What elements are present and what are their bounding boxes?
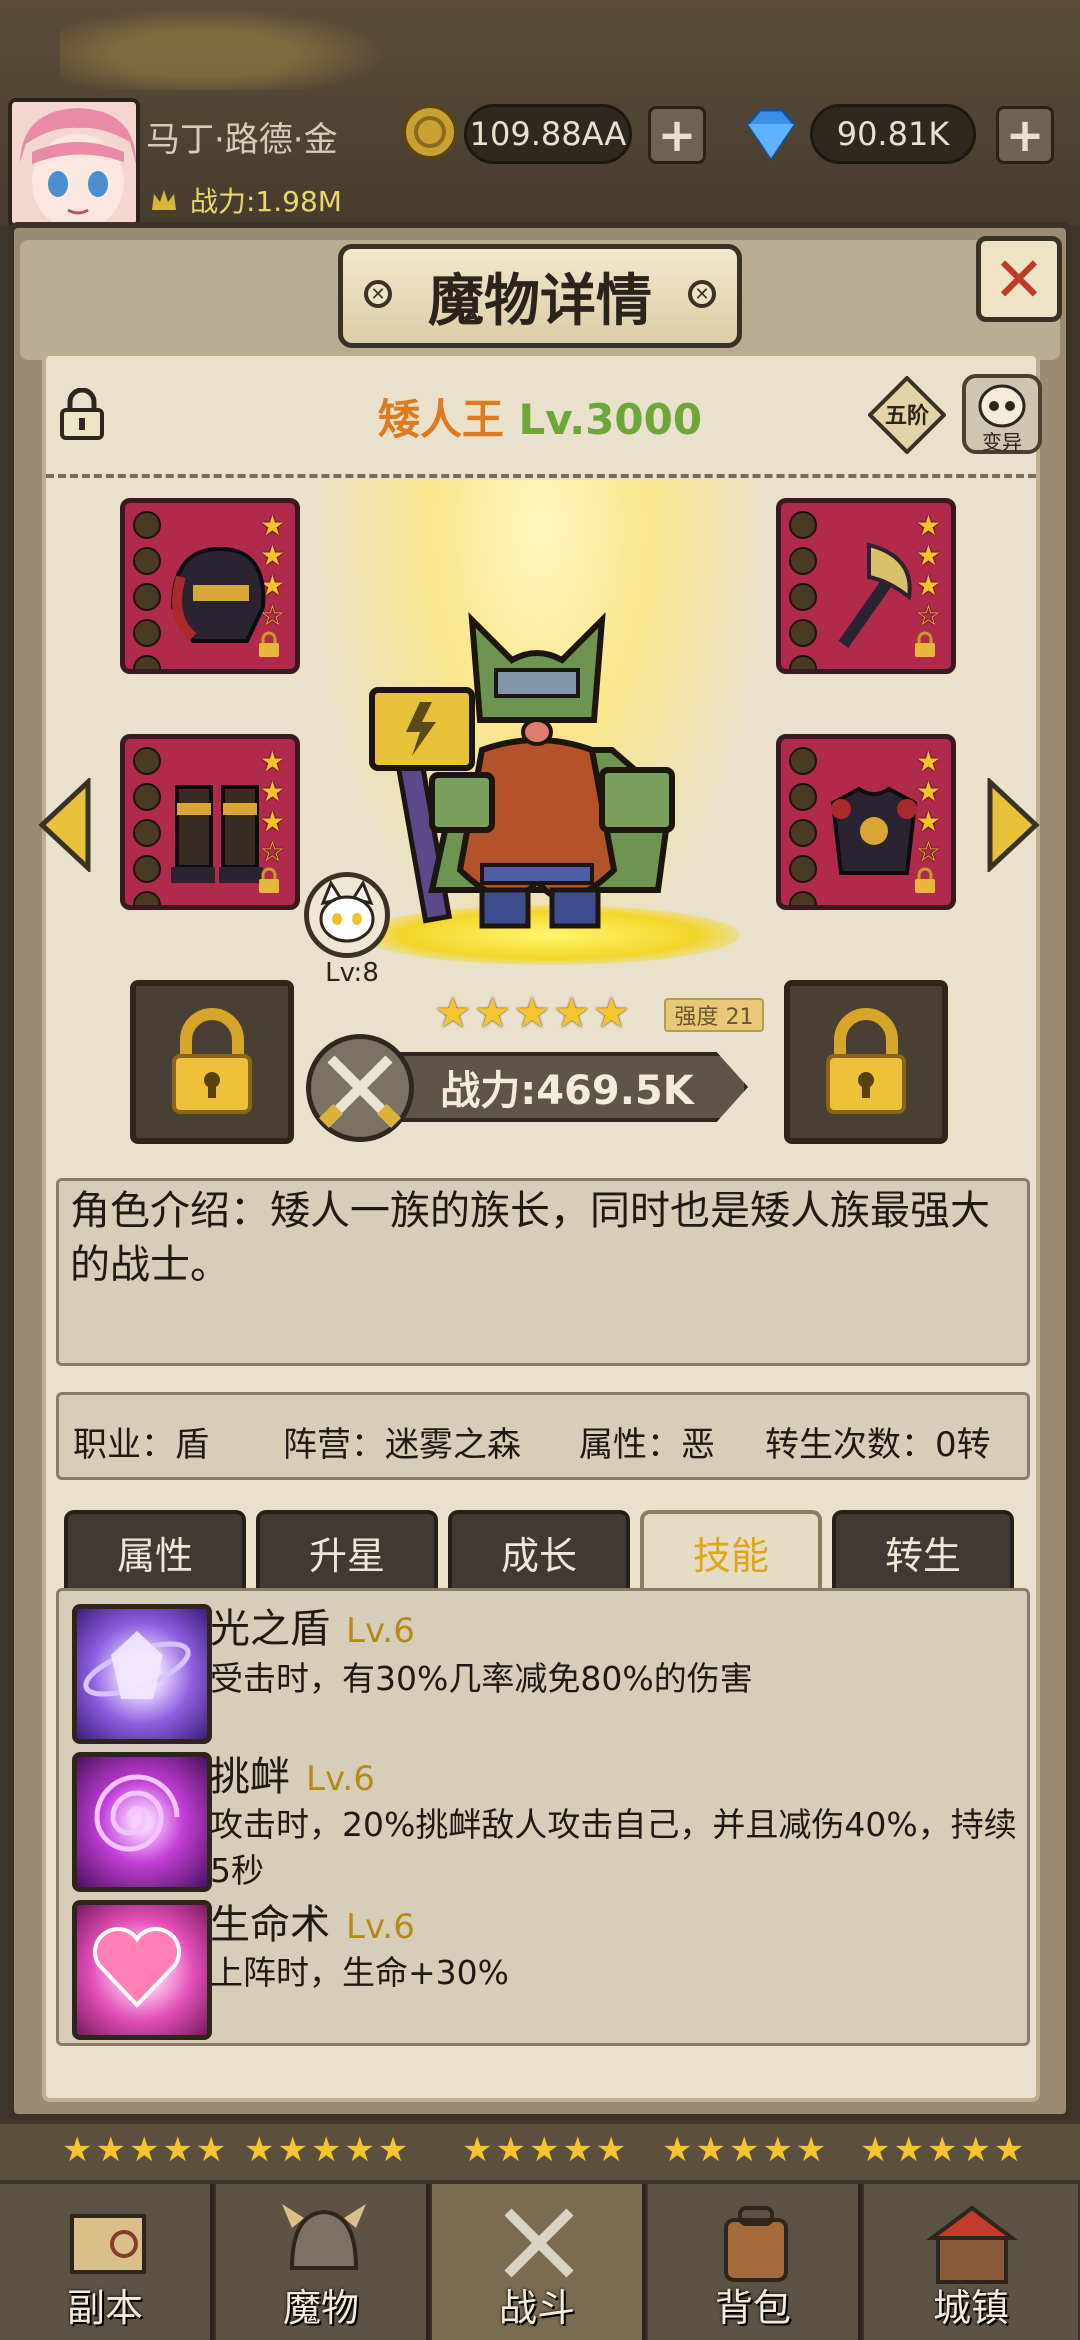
nav-label: 战斗	[498, 2286, 575, 2330]
info-job: 职业：盾	[73, 1425, 209, 1465]
monster-power: 战力:469.5K	[356, 1052, 748, 1122]
avatar-portrait-icon	[12, 102, 136, 224]
skull-icon	[978, 384, 1026, 428]
skill-name: 挑衅 Lv.6	[210, 1744, 375, 1802]
monster-name: 矮人王	[377, 395, 504, 444]
pet-badge[interactable]	[304, 872, 390, 958]
skill-level: Lv.6	[346, 1611, 415, 1651]
power-crown-icon	[150, 186, 178, 214]
nav-backpack[interactable]: 背包	[648, 2184, 862, 2340]
tab-attributes[interactable]: 属性	[64, 1510, 246, 1590]
locked-slot-left[interactable]	[130, 980, 294, 1144]
monster-level: Lv.3000	[518, 395, 703, 444]
bg-stars: ★★★★★	[62, 2130, 230, 2170]
divider	[46, 474, 1036, 478]
slot-lock-icon	[259, 867, 279, 893]
skill-description: 受击时，有30%几率减免80%的伤害	[210, 1659, 753, 1698]
add-gold-button[interactable]: +	[648, 106, 706, 164]
dwarf-king-character[interactable]	[362, 600, 712, 940]
skill-description: 攻击时，20%挑衅敌人攻击自己，并且减伤40%，持续5秒	[210, 1805, 1017, 1890]
skill-item[interactable]	[72, 1900, 212, 2040]
nav-label: 副本	[66, 2286, 143, 2330]
padlock-icon	[172, 1008, 252, 1114]
nav-label: 魔物	[282, 2286, 359, 2330]
life-skill-heart-icon	[72, 1900, 212, 2040]
equip-slot-helmet[interactable]: ★ ★ ★ ☆	[120, 498, 300, 674]
skill-description: 上阵时，生命+30%	[210, 1953, 509, 1992]
skill-title: 光之盾	[210, 1606, 330, 1652]
slot-lock-icon	[259, 631, 279, 657]
info-row: 职业：盾 阵营：迷雾之森 属性：恶 转生次数：0转	[56, 1392, 1030, 1480]
skill-level: Lv.6	[306, 1759, 375, 1799]
info-rebirth: 转生次数：0转	[765, 1425, 991, 1465]
bg-stars: ★★★★★	[662, 2130, 830, 2170]
top-decoration	[60, 0, 420, 90]
taunt-skill-icon	[72, 1752, 212, 1892]
bg-stars: ★★★★★	[462, 2130, 630, 2170]
next-monster-arrow-icon[interactable]	[986, 776, 1040, 874]
nav-battle[interactable]: 战斗	[432, 2184, 646, 2340]
panel-title: 魔物详情	[338, 244, 742, 348]
monster-description: 角色介绍：矮人一族的族长，同时也是矮人族最强大的战士。	[70, 1188, 990, 1288]
tab-growth[interactable]: 成长	[448, 1510, 630, 1590]
strength-badge: 强度 21	[664, 998, 764, 1032]
prev-monster-arrow-icon[interactable]	[38, 776, 92, 874]
equip-slot-boots[interactable]: ★ ★ ★ ☆	[120, 734, 300, 910]
slot-lock-icon	[915, 631, 935, 657]
padlock-icon	[826, 1008, 906, 1114]
title-rivet-right-icon: ✕	[688, 280, 716, 308]
equip-slot-weapon[interactable]: ★ ★ ★ ☆	[776, 498, 956, 674]
info-attr: 属性：恶	[579, 1425, 715, 1465]
nav-label: 背包	[714, 2286, 791, 2330]
stage-badge-text: 五阶	[884, 404, 929, 429]
gem-amount: 90.81K	[810, 104, 976, 164]
lock-toggle-icon[interactable]	[56, 387, 108, 440]
cat-pet-icon	[319, 879, 375, 943]
locked-slot-right[interactable]	[784, 980, 948, 1144]
diamond-icon	[738, 106, 804, 162]
tab-star-up[interactable]: 升星	[256, 1510, 438, 1590]
skill-name: 生命术 Lv.6	[210, 1892, 415, 1950]
nav-monsters[interactable]: 魔物	[216, 2184, 430, 2340]
player-name: 马丁·路德·金	[146, 120, 338, 160]
bg-stars: ★★★★★	[860, 2130, 1028, 2170]
skill-name: 光之盾 Lv.6	[210, 1596, 415, 1654]
stage-badge: 五阶	[868, 376, 946, 454]
mutate-label: 变异	[982, 430, 1022, 454]
tab-rebirth[interactable]: 转生	[832, 1510, 1014, 1590]
nav-dungeon[interactable]: 副本	[0, 2184, 214, 2340]
mutate-button[interactable]: 变异	[962, 374, 1042, 454]
pet-level: Lv:8	[325, 958, 379, 988]
gold-coin-icon	[400, 102, 460, 162]
info-camp: 阵营：迷雾之森	[283, 1425, 521, 1465]
skill-item[interactable]	[72, 1752, 212, 1892]
nav-label: 城镇	[932, 2286, 1009, 2330]
bg-stars: ★★★★★	[244, 2130, 412, 2170]
dwarf-king-sprite-icon	[369, 612, 675, 929]
close-button[interactable]: ✕	[976, 236, 1062, 322]
monster-title: 矮人王 Lv.3000	[200, 386, 880, 447]
player-avatar[interactable]	[8, 98, 140, 228]
crossed-swords-icon	[306, 1034, 414, 1142]
skill-item[interactable]	[72, 1604, 212, 1744]
gold-amount: 109.88AA	[464, 104, 632, 164]
player-power: 战力:1.98M	[190, 185, 342, 218]
skill-level: Lv.6	[346, 1907, 415, 1947]
light-shield-skill-icon	[72, 1604, 212, 1744]
tab-skills[interactable]: 技能	[640, 1510, 822, 1590]
equip-slot-armor[interactable]: ★ ★ ★ ☆	[776, 734, 956, 910]
skill-title: 挑衅	[210, 1754, 290, 1800]
monster-stars: ★★★★★	[434, 988, 633, 1037]
slot-lock-icon	[915, 867, 935, 893]
nav-town[interactable]: 城镇	[864, 2184, 1078, 2340]
add-gems-button[interactable]: +	[996, 106, 1054, 164]
title-rivet-left-icon: ✕	[364, 280, 392, 308]
skill-title: 生命术	[210, 1902, 330, 1948]
